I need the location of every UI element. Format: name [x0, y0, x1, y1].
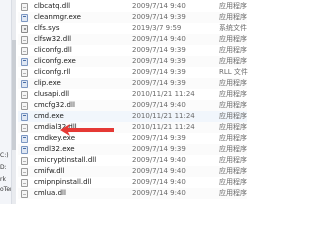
system-file-icon — [21, 25, 28, 33]
file-name: cmdl32.exe — [34, 145, 75, 153]
file-type: 应用程序 — [219, 189, 247, 197]
file-row[interactable]: cliconfg.dll 2009/7/14 9:39 应用程序 — [18, 45, 247, 56]
file-modified-date: 2009/7/14 9:39 — [132, 134, 186, 142]
file-modified-date: 2009/7/14 9:39 — [132, 68, 186, 76]
application-file-icon — [21, 14, 28, 22]
arrow-shape — [60, 124, 114, 136]
file-type: 应用程序 — [219, 90, 247, 98]
file-type: 应用程序 — [219, 156, 247, 164]
file-name: cmifw.dll — [34, 167, 65, 175]
file-modified-date: 2009/7/14 9:39 — [132, 46, 186, 54]
file-row[interactable]: clfs.sys 2019/3/7 9:59 系统文件 — [18, 23, 247, 34]
system-file-icon — [21, 69, 28, 77]
file-row[interactable]: clusapi.dll 2010/11/21 11:24 应用程序 — [18, 89, 247, 100]
file-name: clip.exe — [34, 79, 61, 87]
file-modified-date: 2009/7/14 9:39 — [132, 57, 186, 65]
file-type: 应用程序 — [219, 101, 247, 109]
file-name: cmd.exe — [34, 112, 64, 120]
file-type: 应用程序 — [219, 145, 247, 153]
file-modified-date: 2009/7/14 9:40 — [132, 2, 186, 10]
file-modified-date: 2009/7/14 9:40 — [132, 167, 186, 175]
file-modified-date: 2009/7/14 9:39 — [132, 145, 186, 153]
system-file-icon — [21, 3, 28, 11]
application-file-icon — [21, 80, 28, 88]
file-row[interactable]: cliconfg.exe 2009/7/14 9:39 应用程序 — [18, 56, 247, 67]
file-type: 应用程序 — [219, 123, 247, 131]
file-name: cliconfg.dll — [34, 46, 72, 54]
application-file-icon — [21, 146, 28, 154]
file-name: cmipnpinstall.dll — [34, 178, 92, 186]
system-file-icon — [21, 91, 28, 99]
file-type: 应用程序 — [219, 2, 247, 10]
file-type: 应用程序 — [219, 134, 247, 142]
file-modified-date: 2010/11/21 11:24 — [132, 123, 195, 131]
file-modified-date: 2009/7/14 9:40 — [132, 156, 186, 164]
file-row[interactable]: cmcfg32.dll 2009/7/14 9:40 应用程序 — [18, 100, 247, 111]
file-name: clusapi.dll — [34, 90, 70, 98]
file-name: cmicryptinstall.dll — [34, 156, 97, 164]
system-file-icon — [21, 168, 28, 176]
file-type: 应用程序 — [219, 46, 247, 54]
file-name: clfsw32.dll — [34, 35, 72, 43]
file-list: clbcatq.dll 2009/7/14 9:40 应用程序 cleanmgr.ex… — [18, 0, 248, 204]
file-type: 应用程序 — [219, 57, 247, 65]
file-name: cliconfg.rll — [34, 68, 71, 76]
file-row[interactable]: cmd.exe 2010/11/21 11:24 应用程序 — [18, 111, 247, 122]
file-modified-date: 2009/7/14 9:40 — [132, 189, 186, 197]
system-file-icon — [21, 36, 28, 44]
file-name: clfs.sys — [34, 24, 60, 32]
file-row[interactable]: clip.exe 2009/7/14 9:39 应用程序 — [18, 78, 247, 89]
file-modified-date: 2019/3/7 9:59 — [132, 24, 182, 32]
file-row[interactable]: cleanmgr.exe 2009/7/14 9:39 应用程序 — [18, 12, 247, 23]
file-modified-date: 2009/7/14 9:40 — [132, 101, 186, 109]
file-name: cmcfg32.dll — [34, 101, 75, 109]
file-modified-date: 2010/11/21 11:24 — [132, 112, 195, 120]
file-type: 应用程序 — [219, 167, 247, 175]
file-row[interactable]: cmipnpinstall.dll 2009/7/14 9:40 应用程序 — [18, 177, 247, 188]
application-file-icon — [21, 113, 28, 121]
system-file-icon — [21, 190, 28, 198]
file-type: 系统文件 — [219, 24, 247, 32]
file-type: 应用程序 — [219, 79, 247, 87]
file-row[interactable]: clfsw32.dll 2009/7/14 9:40 应用程序 — [18, 34, 247, 45]
file-row[interactable]: cmifw.dll 2009/7/14 9:40 应用程序 — [18, 166, 247, 177]
nav-pane-item[interactable]: C:) — [0, 152, 9, 159]
file-type: 应用程序 — [219, 13, 247, 21]
navigation-pane[interactable]: C:) D: rk oTem — [0, 0, 12, 204]
application-file-icon — [21, 58, 28, 66]
file-row[interactable]: cmicryptinstall.dll 2009/7/14 9:40 应用程序 — [18, 155, 247, 166]
application-file-icon — [21, 135, 28, 143]
system-file-icon — [21, 124, 28, 132]
nav-pane-item[interactable]: D: — [0, 164, 7, 171]
file-row[interactable]: cliconfg.rll 2009/7/14 9:39 RLL 文件 — [18, 67, 248, 78]
file-row[interactable]: cmdial32.dll 2010/11/21 11:24 应用程序 — [18, 122, 247, 133]
file-row[interactable]: cmdkey.exe 2009/7/14 9:39 应用程序 — [18, 133, 247, 144]
file-name: cmlua.dll — [34, 189, 66, 197]
file-type: RLL 文件 — [219, 68, 248, 76]
file-row[interactable]: clbcatq.dll 2009/7/14 9:40 应用程序 — [18, 1, 247, 12]
system-file-icon — [21, 47, 28, 55]
file-modified-date: 2009/7/14 9:40 — [132, 178, 186, 186]
system-file-icon — [21, 102, 28, 110]
file-modified-date: 2009/7/14 9:40 — [132, 35, 186, 43]
file-modified-date: 2009/7/14 9:39 — [132, 13, 186, 21]
red-arrow-annotation — [60, 124, 114, 136]
nav-pane-item[interactable]: oTem — [0, 186, 11, 193]
nav-scrollbar[interactable] — [12, 0, 16, 204]
file-type: 应用程序 — [219, 35, 247, 43]
nav-pane-item[interactable]: rk — [0, 176, 6, 183]
file-type: 应用程序 — [219, 178, 247, 186]
system-file-icon — [21, 179, 28, 187]
file-name: cliconfg.exe — [34, 57, 76, 65]
file-name: clbcatq.dll — [34, 2, 71, 10]
system-file-icon — [21, 157, 28, 165]
file-row[interactable]: cmdl32.exe 2009/7/14 9:39 应用程序 — [18, 144, 247, 155]
file-row[interactable]: cmlua.dll 2009/7/14 9:40 应用程序 — [18, 188, 247, 199]
file-modified-date: 2009/7/14 9:39 — [132, 79, 186, 87]
scrollbar-thumb[interactable] — [12, 40, 16, 150]
file-modified-date: 2010/11/21 11:24 — [132, 90, 195, 98]
file-type: 应用程序 — [219, 112, 247, 120]
file-name: cleanmgr.exe — [34, 13, 81, 21]
